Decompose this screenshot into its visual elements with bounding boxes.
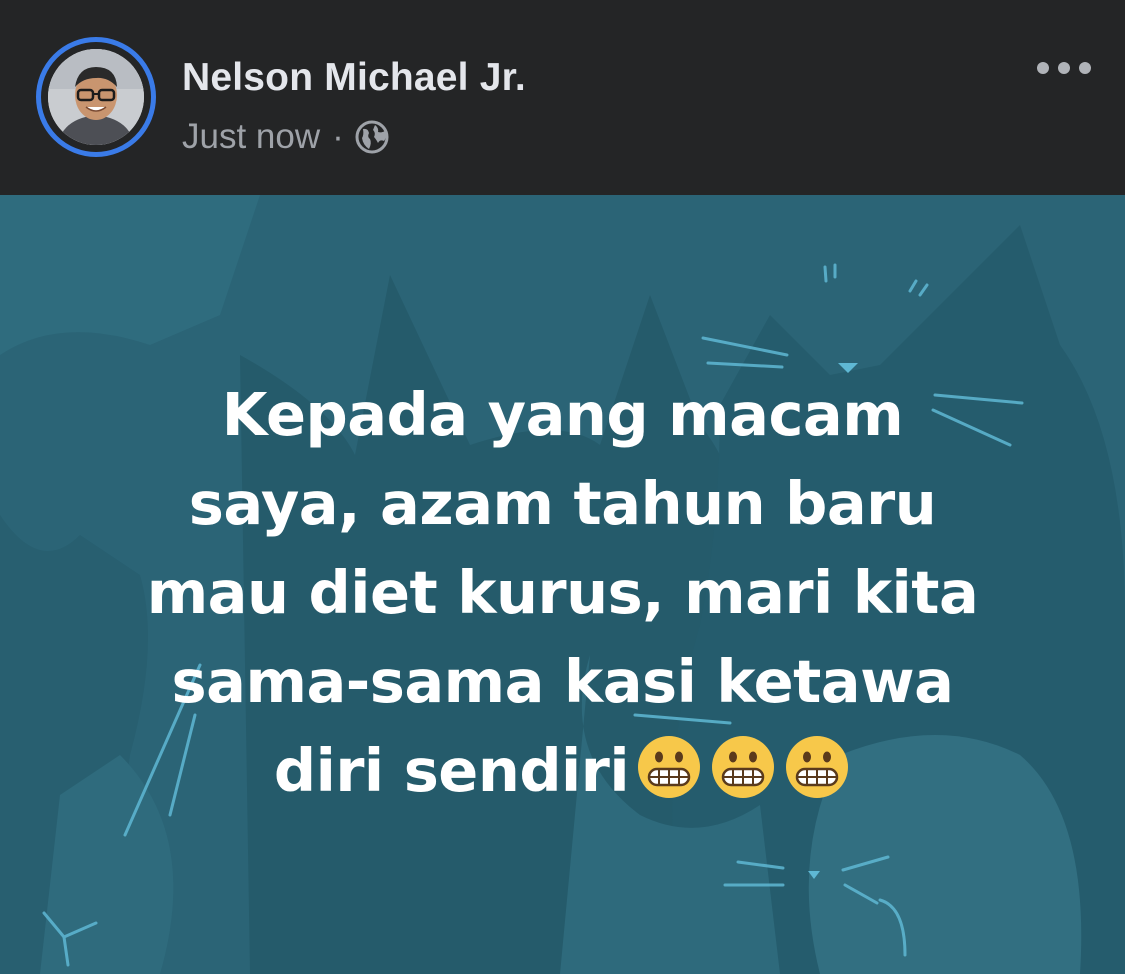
meta-separator: ·	[332, 117, 344, 156]
post-timestamp[interactable]: Just now	[182, 117, 320, 157]
post-last-line: diri sendiri	[60, 726, 1065, 815]
post-line: diri sendiri	[273, 736, 630, 805]
post-line: Kepada yang macam	[221, 380, 904, 449]
grimacing-face-emoji	[635, 733, 703, 801]
post-text: Kepada yang macam saya, azam tahun baru …	[60, 370, 1065, 815]
grimacing-face-emoji	[709, 733, 777, 801]
globe-icon[interactable]	[354, 119, 390, 155]
more-dot	[1058, 62, 1070, 74]
post-background: Kepada yang macam saya, azam tahun baru …	[0, 195, 1125, 974]
facebook-post: Nelson Michael Jr. Just now · Kepada yan…	[0, 0, 1125, 974]
more-options-icon[interactable]	[1037, 50, 1091, 86]
post-meta: Just now ·	[182, 117, 390, 157]
author-name[interactable]: Nelson Michael Jr.	[182, 56, 526, 100]
story-ring[interactable]	[36, 37, 156, 157]
more-dot	[1079, 62, 1091, 74]
post-line: sama-sama kasi ketawa	[171, 647, 954, 716]
avatar[interactable]	[48, 49, 144, 145]
grimacing-face-emoji	[783, 733, 851, 801]
post-line: mau diet kurus, mari kita	[146, 558, 979, 627]
post-header: Nelson Michael Jr. Just now ·	[0, 0, 1125, 195]
post-line: saya, azam tahun baru	[188, 469, 937, 538]
more-dot	[1037, 62, 1049, 74]
